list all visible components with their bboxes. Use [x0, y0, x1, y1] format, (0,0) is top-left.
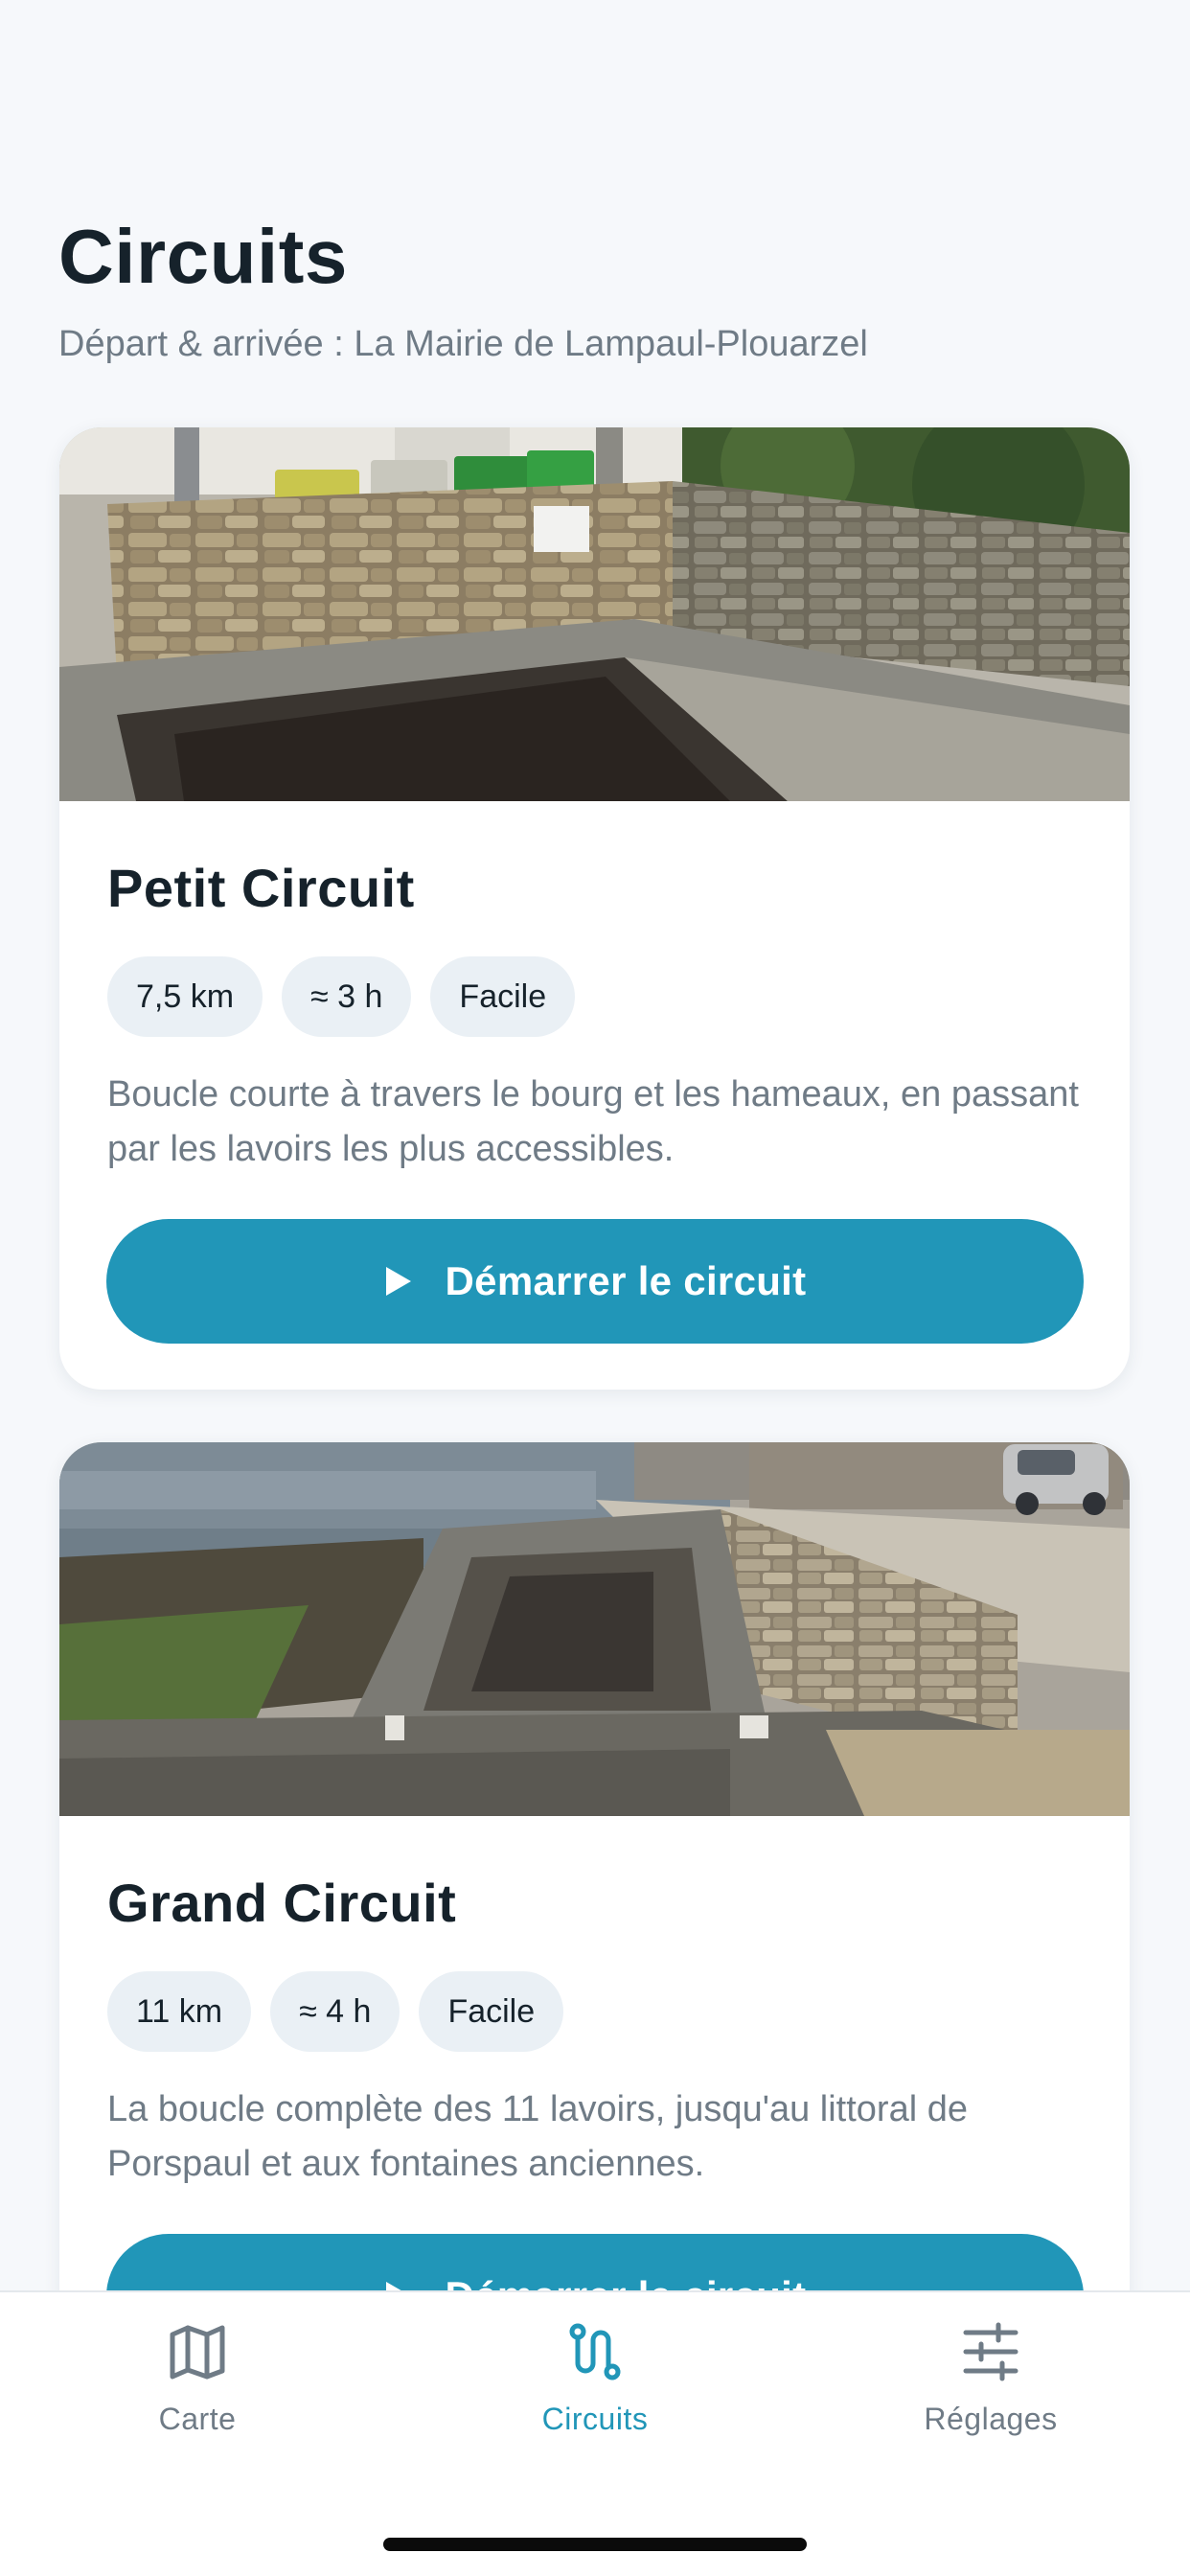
- start-circuit-label: Démarrer le circuit: [446, 2273, 807, 2290]
- lavoir-photo: [59, 427, 1130, 801]
- difficulty-chip: Facile: [430, 956, 576, 1037]
- duration-chip: ≈ 4 h: [270, 1971, 400, 2052]
- circuit-card-grand[interactable]: Grand Circuit 11 km ≈ 4 h Facile La bouc…: [59, 1442, 1130, 2290]
- start-circuit-label: Démarrer le circuit: [445, 1258, 807, 1303]
- play-icon: [385, 2282, 401, 2290]
- circuit-stats: 7,5 km ≈ 3 h Facile: [107, 956, 576, 1037]
- circuit-card-petit[interactable]: Petit Circuit 7,5 km ≈ 3 h Facile Boucle…: [59, 427, 1130, 1390]
- circuit-description: La boucle complète des 11 lavoirs, jusqu…: [107, 2089, 968, 2184]
- bottom-tab-bar: Carte Circuits Réglages: [0, 2290, 1190, 2576]
- circuit-title: Petit Circuit: [107, 858, 415, 918]
- page-title: Circuits: [58, 214, 348, 299]
- seaside-lavoir-photo: [59, 1442, 1130, 1816]
- route-icon: [569, 2323, 621, 2380]
- home-indicator: [383, 2538, 807, 2551]
- circuit-description: Boucle courte à travers le bourg et les …: [107, 1074, 1079, 1169]
- distance-chip: 11 km: [107, 1971, 252, 2052]
- circuit-title: Grand Circuit: [107, 1873, 457, 1933]
- duration-chip: ≈ 3 h: [282, 956, 412, 1037]
- circuit-stats: 11 km ≈ 4 h Facile: [107, 1971, 564, 2052]
- map-icon: [170, 2325, 225, 2380]
- tab-reglages[interactable]: Réglages: [847, 2319, 1134, 2453]
- tab-circuits[interactable]: Circuits: [451, 2319, 739, 2453]
- distance-chip: 7,5 km: [107, 956, 263, 1037]
- tab-label-circuits: Circuits: [541, 2402, 649, 2436]
- page-subtitle: Départ & arrivée : La Mairie de Lampaul-…: [58, 324, 868, 364]
- start-circuit-button[interactable]: Démarrer le circuit: [106, 1219, 1084, 1344]
- tab-carte[interactable]: Carte: [54, 2319, 341, 2453]
- circuits-list-scroll[interactable]: Circuits Départ & arrivée : La Mairie de…: [0, 0, 1190, 2290]
- tab-label-reglages: Réglages: [924, 2402, 1058, 2436]
- difficulty-chip: Facile: [419, 1971, 564, 2052]
- start-circuit-button[interactable]: Démarrer le circuit: [106, 2234, 1084, 2290]
- sliders-icon: [963, 2322, 1018, 2381]
- tab-label-carte: Carte: [158, 2402, 237, 2436]
- play-icon: [385, 1267, 411, 1296]
